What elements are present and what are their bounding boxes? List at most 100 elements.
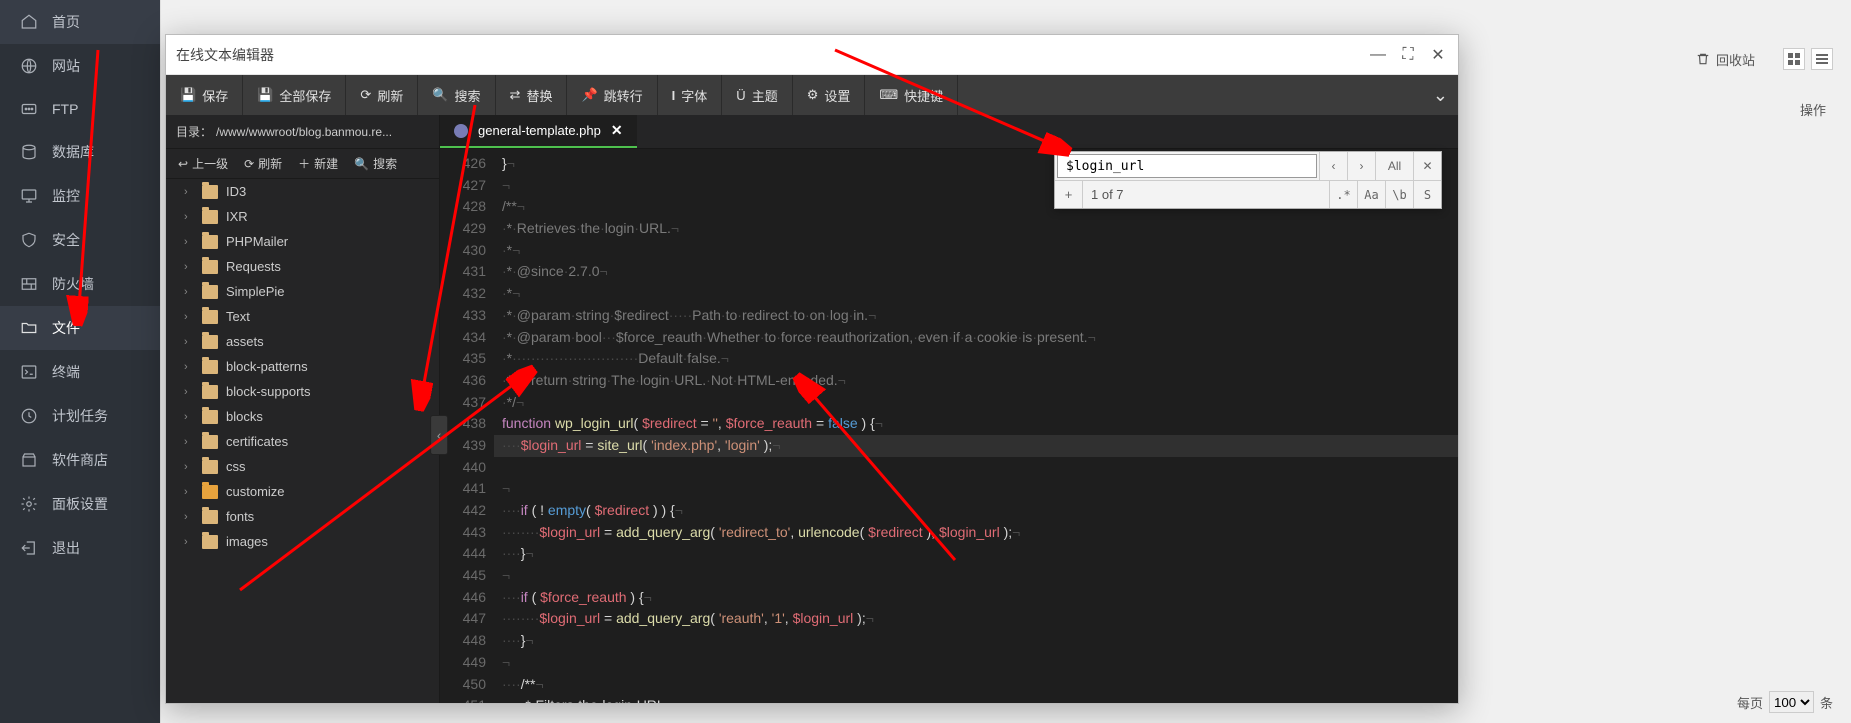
find-prev-icon[interactable]: ‹ <box>1319 152 1347 180</box>
tree-collapse-handle[interactable]: ‹ <box>430 415 448 455</box>
folder-icon <box>202 435 218 449</box>
save-button[interactable]: 💾保存 <box>166 75 243 115</box>
sidebar-item-store[interactable]: 软件商店 <box>0 438 160 482</box>
folder-item[interactable]: › block-supports <box>166 379 439 404</box>
folder-item[interactable]: › css <box>166 454 439 479</box>
action-column-header: 操作 <box>1800 100 1826 119</box>
folder-icon <box>202 360 218 374</box>
sidebar-item-clock[interactable]: 计划任务 <box>0 394 160 438</box>
find-all-button[interactable]: All <box>1375 152 1413 180</box>
folder-item[interactable]: ›PHPMailer <box>166 229 439 254</box>
folder-icon <box>20 319 38 337</box>
sidebar-item-folder[interactable]: 文件 <box>0 306 160 350</box>
per-page-select[interactable]: 100 <box>1769 691 1814 713</box>
folder-name: css <box>226 459 246 474</box>
theme-button[interactable]: Ü主题 <box>722 75 792 115</box>
sidebar-item-ftp[interactable]: FTP <box>0 88 160 130</box>
ft-search-button[interactable]: 🔍 搜索 <box>348 152 403 175</box>
tab-label: general-template.php <box>478 123 601 138</box>
search-input[interactable] <box>1057 154 1317 178</box>
folder-item[interactable]: ›blocks <box>166 404 439 429</box>
code-content[interactable]: }¬ ¬ /**¬ ·*·Retrieves·the·login·URL.¬ ·… <box>494 149 1458 703</box>
folder-icon <box>202 510 218 524</box>
sidebar-item-firewall[interactable]: 防火墙 <box>0 262 160 306</box>
sidebar-label: 监控 <box>52 186 80 206</box>
shortcuts-button[interactable]: ⌨快捷键 <box>865 75 958 115</box>
find-panel: ‹ › All ✕ + 1 of 7 .* Aa \b S <box>1054 151 1442 209</box>
folder-item[interactable]: ›SimplePie <box>166 279 439 304</box>
ft-refresh-button[interactable]: ⟳ 刷新 <box>238 152 288 175</box>
folder-item[interactable]: ›certificates <box>166 429 439 454</box>
folder-name: Text <box>226 309 250 324</box>
sidebar-item-db[interactable]: 数据库 <box>0 130 160 174</box>
sidebar-label: 数据库 <box>52 142 94 162</box>
close-icon[interactable]: ✕ <box>1428 45 1448 65</box>
regex-toggle[interactable]: .* <box>1329 181 1357 208</box>
exit-icon <box>20 539 38 557</box>
minimize-icon[interactable]: — <box>1368 45 1388 65</box>
sidebar-item-shield[interactable]: 安全 <box>0 218 160 262</box>
case-toggle[interactable]: Aa <box>1357 181 1385 208</box>
chevron-right-icon: › <box>184 186 194 198</box>
folder-name: ID3 <box>226 184 246 199</box>
gear-icon <box>20 495 38 513</box>
sidebar-label: FTP <box>52 101 78 117</box>
selection-toggle[interactable]: S <box>1413 181 1441 208</box>
folder-item[interactable]: ›block-patterns <box>166 354 439 379</box>
goto-button[interactable]: 📌跳转行 <box>567 75 657 115</box>
font-button[interactable]: I字体 <box>658 75 723 115</box>
sidebar-label: 安全 <box>52 230 80 250</box>
settings-button[interactable]: ⚙设置 <box>793 75 866 115</box>
folder-item[interactable]: ›customize <box>166 479 439 504</box>
folder-item[interactable]: › Text <box>166 304 439 329</box>
view-grid-icon[interactable] <box>1783 48 1805 70</box>
clock-icon <box>20 407 38 425</box>
folder-item[interactable]: › images <box>166 529 439 554</box>
folder-item[interactable]: › ID3 <box>166 179 439 204</box>
sidebar-item-monitor[interactable]: 监控 <box>0 174 160 218</box>
pagination: 每页 100 条 <box>1737 691 1833 713</box>
folder-item[interactable]: ›IXR <box>166 204 439 229</box>
search-button[interactable]: 🔍搜索 <box>418 75 495 115</box>
save-all-button[interactable]: 💾全部保存 <box>243 75 346 115</box>
folder-icon <box>202 235 218 249</box>
chevron-right-icon: › <box>184 336 194 348</box>
find-expand-icon[interactable]: + <box>1055 181 1083 208</box>
folder-name: PHPMailer <box>226 234 288 249</box>
folder-item[interactable]: ›fonts <box>166 504 439 529</box>
toolbar-collapse-icon[interactable]: ⌄ <box>1433 75 1448 115</box>
folder-icon <box>202 385 218 399</box>
folder-item[interactable]: ›assets <box>166 329 439 354</box>
find-close-icon[interactable]: ✕ <box>1413 152 1441 180</box>
find-next-icon[interactable]: › <box>1347 152 1375 180</box>
maximize-icon[interactable]: ⛶ <box>1398 45 1418 65</box>
up-level-button[interactable]: ↩ 上一级 <box>172 152 234 175</box>
chevron-right-icon: › <box>184 361 194 373</box>
file-tree: 目录： /www/wwwroot/blog.banmou.re... ↩ 上一级… <box>166 115 440 703</box>
sidebar-label: 首页 <box>52 12 80 32</box>
sidebar-label: 防火墙 <box>52 274 94 294</box>
sidebar-item-globe[interactable]: 网站 <box>0 44 160 88</box>
chevron-right-icon: › <box>184 311 194 323</box>
word-toggle[interactable]: \b <box>1385 181 1413 208</box>
sidebar-item-terminal[interactable]: 终端 <box>0 350 160 394</box>
replace-button[interactable]: ⇄替换 <box>496 75 568 115</box>
sidebar-item-gear[interactable]: 面板设置 <box>0 482 160 526</box>
folder-name: block-supports <box>226 384 311 399</box>
view-list-icon[interactable] <box>1811 48 1833 70</box>
refresh-button[interactable]: ⟳刷新 <box>346 75 418 115</box>
recycle-bin-button[interactable]: 回收站 <box>1696 50 1755 69</box>
chevron-right-icon: › <box>184 461 194 473</box>
home-icon <box>20 13 38 31</box>
editor-title: 在线文本编辑器 <box>176 45 274 65</box>
folder-name: images <box>226 534 268 549</box>
file-tab[interactable]: general-template.php ✕ <box>440 115 637 148</box>
chevron-right-icon: › <box>184 536 194 548</box>
folder-icon <box>202 285 218 299</box>
tab-close-icon[interactable]: ✕ <box>611 122 623 139</box>
sidebar-item-exit[interactable]: 退出 <box>0 526 160 570</box>
ft-new-button[interactable]: ＋ 新建 <box>292 152 344 175</box>
chevron-right-icon: › <box>184 386 194 398</box>
sidebar-item-home[interactable]: 首页 <box>0 0 160 44</box>
folder-item[interactable]: ›Requests <box>166 254 439 279</box>
